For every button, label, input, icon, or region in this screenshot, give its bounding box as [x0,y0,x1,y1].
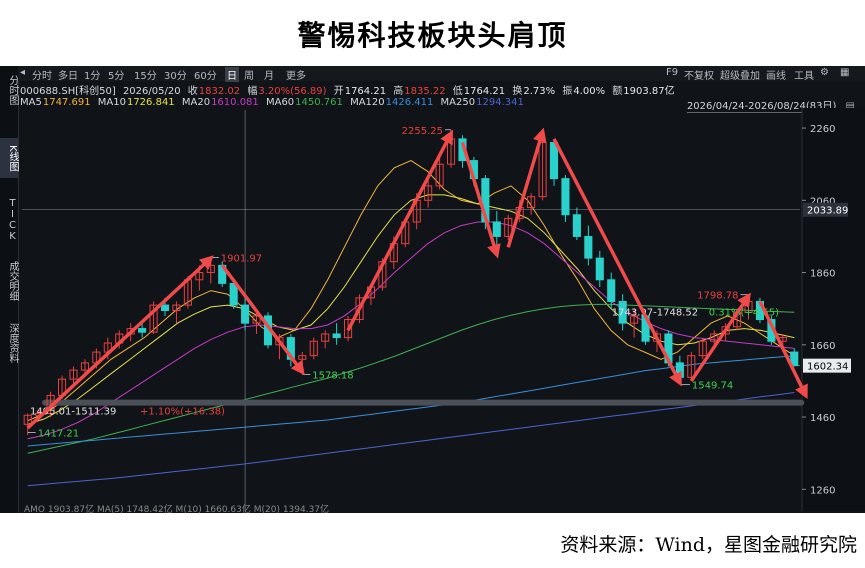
candle-body [332,333,341,339]
candle-body [492,221,501,237]
candle-body [160,304,170,312]
candle-body [549,142,559,180]
price-tick-label: 2260 [810,124,835,135]
support-pct: +1.10%(+16.38) [140,407,225,418]
right-shoulder-label: 1798.78 [697,291,738,302]
last-price-label: 1602.34 [807,362,848,373]
range-note: 1743.97-1748.52 [612,308,698,319]
candle-body [572,214,581,237]
price-tick-label: 1460 [810,413,835,424]
low-start-label: 1417.21 [38,429,79,440]
page-title: 警惕科技板块头肩顶 [297,19,568,52]
volume-indicator-strip: AMO 1903.87亿 MA(5) 1748.42亿 M(10) 1660.6… [24,503,329,513]
trend-arrow [758,300,808,400]
crosshair-price-label: 2033.89 [807,206,848,217]
candle-body [584,235,593,259]
neckline-band [42,399,805,406]
candle-body [138,328,147,333]
right-trough-label: 1549.74 [692,381,733,392]
left-shoulder-label: 1901.97 [221,253,262,264]
price-tick-label: 1860 [810,269,835,280]
head-label: 2255.25 [402,126,443,137]
price-axis-panel [802,108,865,511]
kline-chart[interactable]: 2260206018601660146012602033.891602.3414… [0,66,865,513]
trend-arrow [346,129,453,332]
left-trough-label: 1578.18 [312,370,353,381]
price-tick-label: 1260 [810,485,835,496]
candle-body [607,279,616,302]
price-tick-label: 1660 [810,341,835,352]
source-note: 资料来源：Wind，星图金融研究院 [560,534,857,556]
candle-body [241,304,250,324]
trend-arrow [460,142,501,259]
stock-chart-window[interactable]: 分时图 K线图 TICK 成交明细 深度资料 ◂ 分时 多日 1分 5分 15分… [0,66,865,513]
trend-arrow [552,138,682,387]
candle-body [561,178,570,216]
candle-body [595,257,604,281]
trend-arrow [506,127,547,248]
trend-arrow [220,264,305,376]
